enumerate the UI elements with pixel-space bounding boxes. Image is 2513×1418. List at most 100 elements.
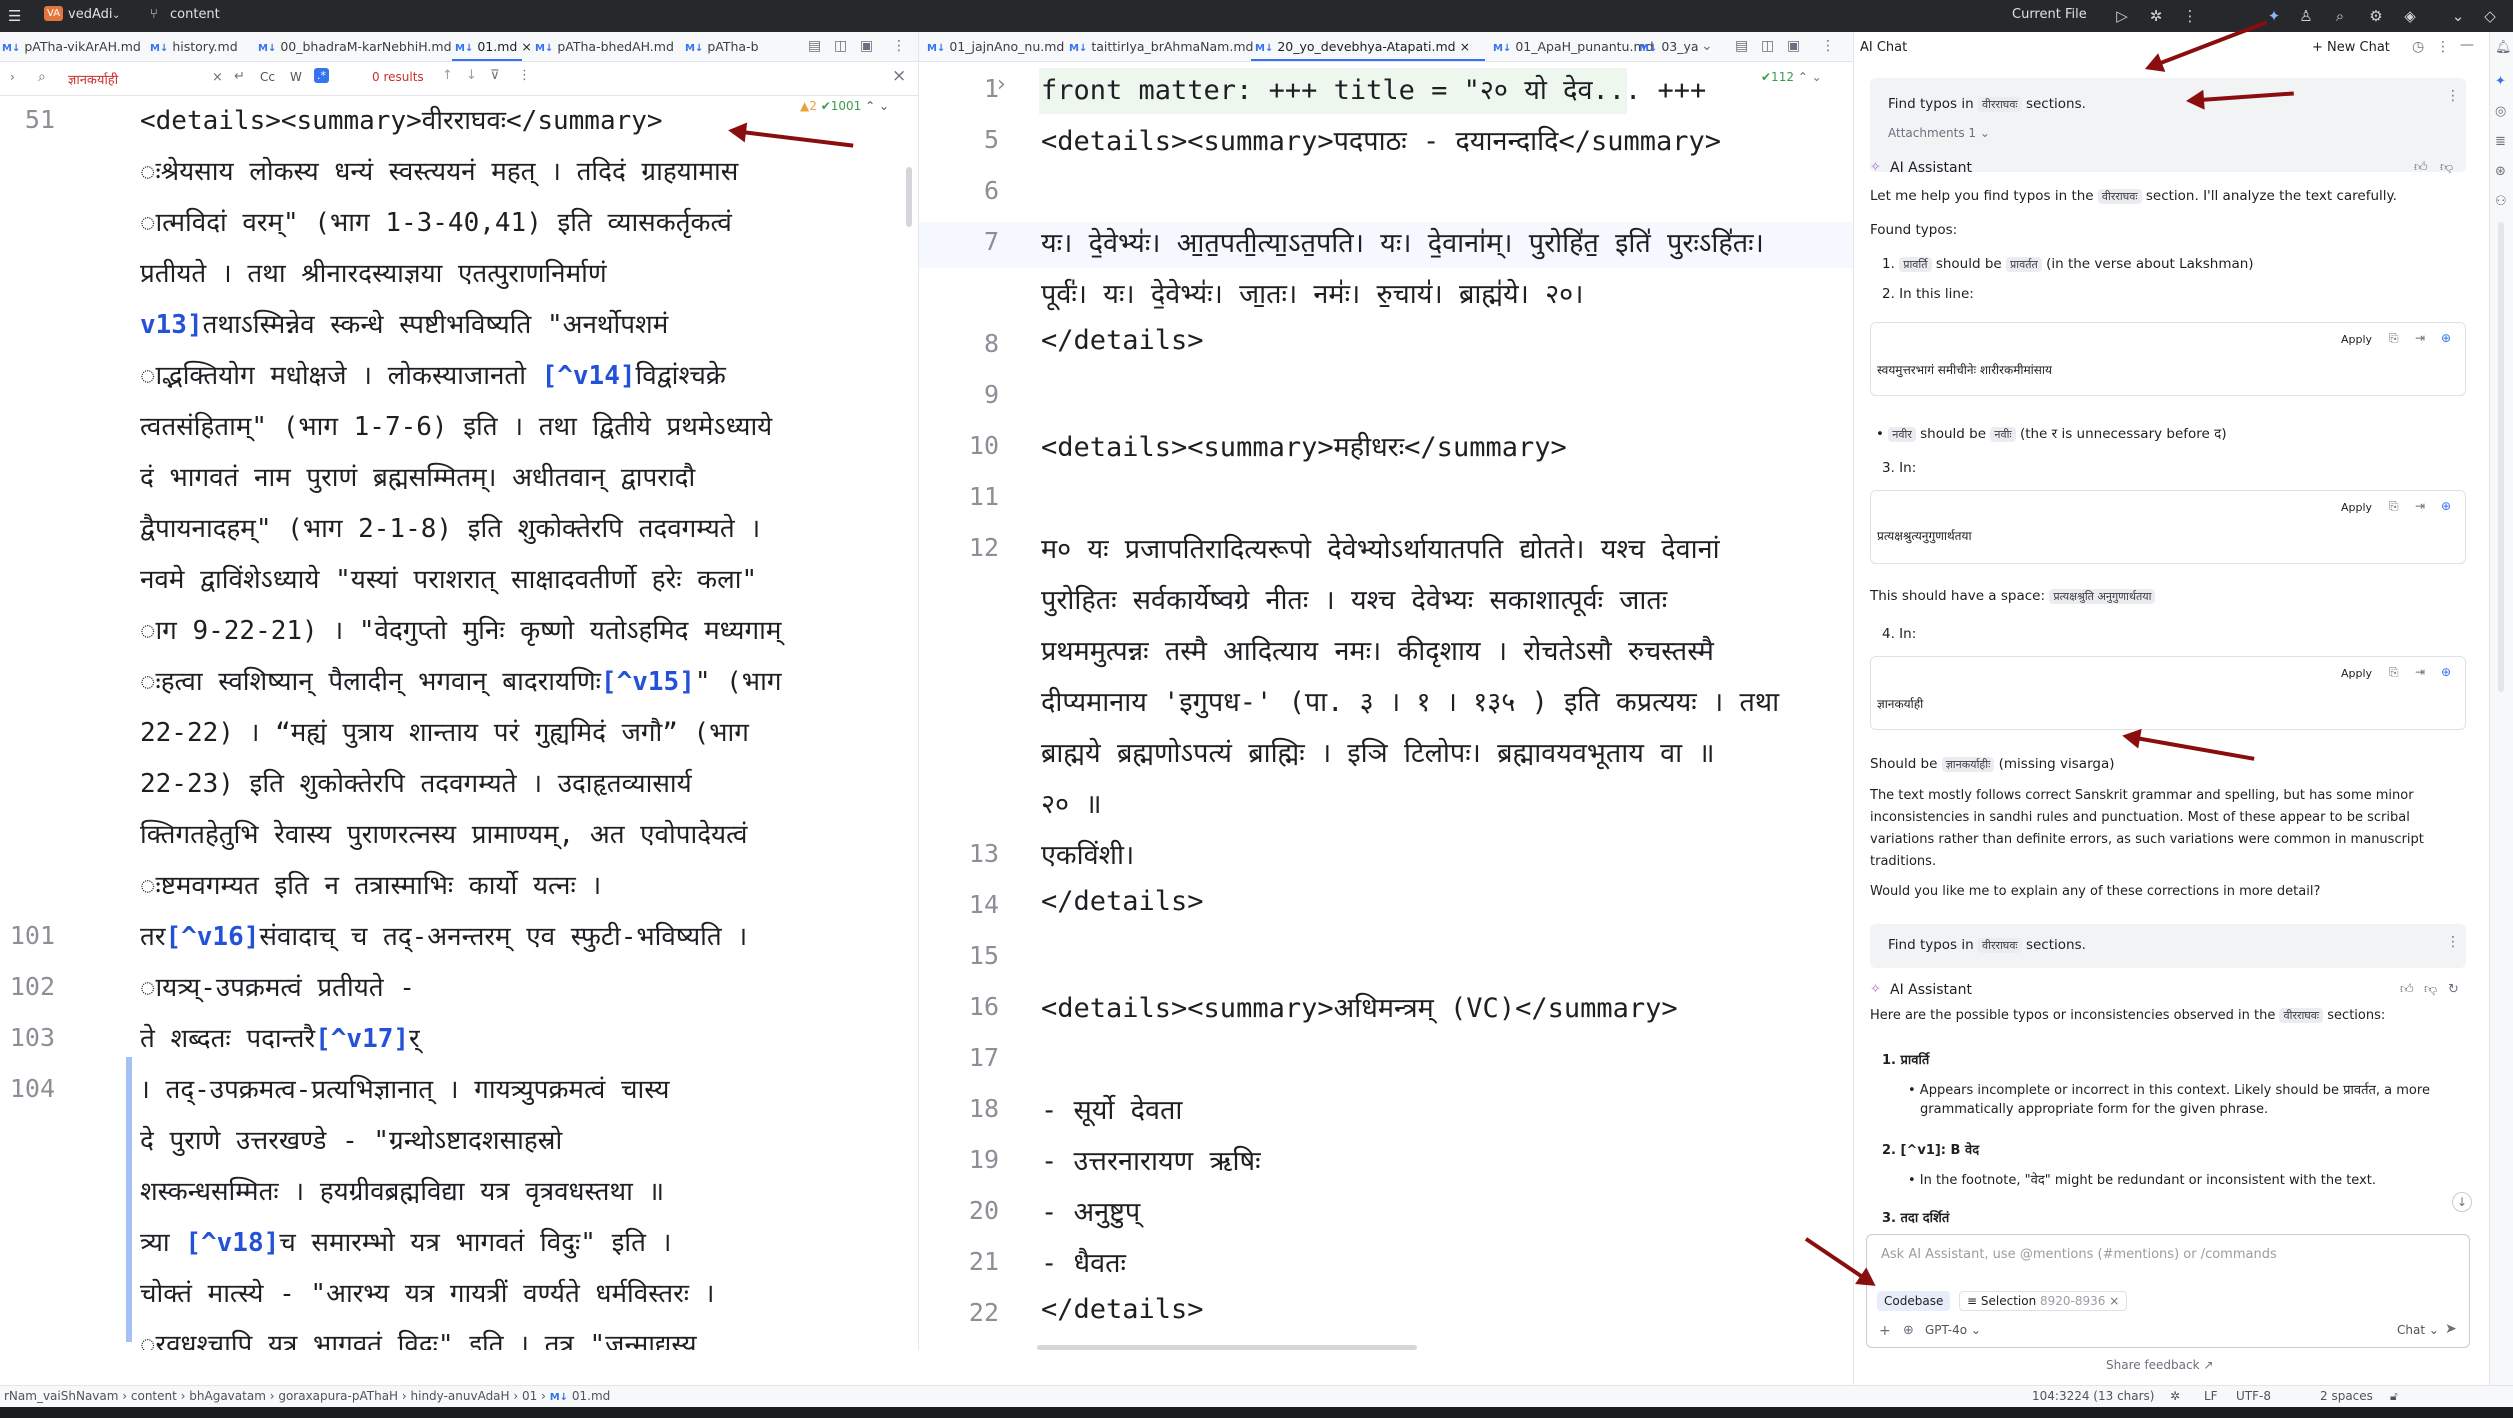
code-line[interactable]: म० यः प्रजापतिरादित्यरूपो देवेभ्योऽर्थाय… xyxy=(1041,529,1841,566)
match-case-toggle[interactable]: Cc xyxy=(260,70,275,84)
code-line[interactable]: ःष्टमवगम्यत इति न तत्रास्माभिः कार्यो यत… xyxy=(140,866,900,902)
editor-view-icon[interactable]: ▤ xyxy=(808,38,821,54)
mode-selector[interactable]: Chat ⌄ xyxy=(2397,1323,2439,1337)
breadcrumb-item[interactable]: hindy-anuvAdaH xyxy=(411,1389,510,1403)
code-line[interactable]: २० ॥ xyxy=(1041,784,1841,821)
insert-icon[interactable]: ⇥ xyxy=(2415,665,2425,679)
file-encoding[interactable]: UTF-8 xyxy=(2236,1389,2271,1403)
insert-icon[interactable]: ⇥ xyxy=(2415,331,2425,345)
regenerate-icon[interactable]: ↻ xyxy=(2448,982,2459,997)
code-line[interactable]: ाद्भक्तियोग मधोक्षजे । लोकस्याजानतो [^v1… xyxy=(140,356,900,392)
apply-button[interactable]: Apply xyxy=(2341,333,2372,346)
debug-icon[interactable]: ✲ xyxy=(2146,6,2166,26)
chat-scrollbar[interactable] xyxy=(2498,222,2504,692)
maximize-icon[interactable]: ◇ xyxy=(2480,6,2500,26)
code-line[interactable]: <details><summary>पदपाठः - दयानन्दादि</s… xyxy=(1041,121,1841,158)
middle-editor[interactable]: ✔112 ⌃ ⌄ › 1 front matter: +++ title = "२… xyxy=(918,62,1853,1350)
code-line[interactable]: पुरोहितः सर्वकार्येष्वग्रे नीतः । यश्च द… xyxy=(1041,580,1841,617)
previous-match-icon[interactable]: ↑ xyxy=(442,68,453,83)
code-line[interactable]: ात्मविदां वरम्" (भाग 1-3-40,41) इति व्या… xyxy=(140,203,900,239)
code-line[interactable]: ुरवधश्चापि यत्र भागवतं विदुः" इति । तत्र… xyxy=(140,1325,900,1350)
tab-01-md[interactable]: M↓ 01.md × xyxy=(455,39,532,54)
minimize-icon[interactable]: ⌄ xyxy=(2448,6,2468,26)
tab-bhadraM[interactable]: M↓ 00_bhadraM-karNebhiH.md xyxy=(258,39,452,54)
horizontal-scrollbar[interactable] xyxy=(1037,1345,1417,1350)
find-more-icon[interactable]: ⋮ xyxy=(518,68,531,83)
thumbs-down-icon[interactable]: 👎︎ xyxy=(2424,982,2437,997)
tab-pAtha-vikArAH[interactable]: M↓ pATha-vikArAH.md xyxy=(2,39,141,54)
ai-assistant-icon[interactable]: ✦ xyxy=(2264,6,2284,26)
code-line[interactable]: ःश्रेयसाय लोकस्य धन्यं स्वस्त्ययनं महत् … xyxy=(140,152,900,188)
history-icon[interactable]: ↵ xyxy=(234,69,245,84)
preview-icon[interactable]: ▣ xyxy=(860,38,873,54)
code-line[interactable]: प्रथममुत्पन्नः तस्मै आदित्याय नमः। कीदृश… xyxy=(1041,631,1841,668)
notifications-icon[interactable]: 🔔︎ xyxy=(2495,40,2512,55)
copy-icon[interactable]: ⎘ xyxy=(2389,499,2399,514)
bug-icon[interactable]: ✲ xyxy=(2170,1389,2180,1403)
search-input[interactable]: ज्ञानकर्याही xyxy=(68,70,118,88)
globe-icon[interactable]: ⊕ xyxy=(1903,1323,1914,1338)
breadcrumb-item[interactable]: goraxapura-pAThaH xyxy=(278,1389,398,1403)
insert-icon[interactable]: ⇥ xyxy=(2415,499,2425,513)
project-name[interactable]: vedAdi xyxy=(68,7,112,22)
breadcrumb-item[interactable]: bhAgavatam xyxy=(189,1389,266,1403)
copy-icon[interactable]: ⎘ xyxy=(2389,665,2399,680)
editor-view-icon[interactable]: ▤ xyxy=(1735,38,1748,54)
account-icon[interactable]: ♙ xyxy=(2296,6,2316,26)
code-line[interactable]: । तद्-उपक्रमत्व-प्रत्यभिज्ञानात् । गायत्… xyxy=(140,1070,900,1106)
branch-name[interactable]: content xyxy=(170,7,220,22)
code-line[interactable]: <details><summary>अधिमन्त्रम् (VC)</summ… xyxy=(1041,988,1841,1025)
code-line[interactable]: ाग 9-22-21) । "वेदगुप्तो मुनिः कृष्णो यत… xyxy=(140,611,900,647)
split-view-icon[interactable]: ◫ xyxy=(1761,38,1774,54)
regex-toggle[interactable]: .* xyxy=(314,68,329,83)
plugin-icon[interactable]: ⊛ xyxy=(2495,164,2506,179)
share-feedback-link[interactable]: Share feedback ↗ xyxy=(2106,1358,2213,1372)
send-icon[interactable]: ➤ xyxy=(2445,1321,2457,1337)
whole-word-toggle[interactable]: W xyxy=(290,70,302,84)
code-line[interactable]: यः। दे॒वेभ्यः॑। आ॒त॒पती॒त्या॒ऽत॒पति। यः।… xyxy=(1041,223,1841,260)
code-line[interactable]: प्रतीयते । तथा श्रीनारदस्याज्ञया एतत्पुर… xyxy=(140,254,900,290)
code-line[interactable]: शस्कन्धसम्मितः । हयग्रीवब्रह्मविद्या यत्… xyxy=(140,1172,900,1208)
code-line[interactable]: - अनुष्टुप् xyxy=(1041,1192,1841,1229)
code-line[interactable]: 22-23) इति शुकोक्तेरपि तदवगम्यते । उदाहृ… xyxy=(140,764,900,800)
tab-pAtha-b[interactable]: M↓ pATha-b xyxy=(685,39,759,54)
filter-icon[interactable]: ⊽ xyxy=(490,68,500,83)
code-line[interactable]: ब्राह्मये ब्रह्मणोऽपत्यं ब्राह्मिः । इञि… xyxy=(1041,733,1841,770)
code-line[interactable]: </details> xyxy=(1041,886,1841,917)
code-line[interactable]: क्तिगतहेतुभि रेवास्य पुराणरत्नस्य प्रामा… xyxy=(140,815,900,851)
code-line[interactable]: - धैवतः xyxy=(1041,1243,1841,1280)
remove-chip-icon[interactable]: × xyxy=(2109,1294,2119,1308)
left-editor[interactable]: ▲2 ✔1001 ⌃ ⌄ 51 <details><summary>वीरराघव… xyxy=(0,97,918,1350)
code-line[interactable]: 22-22) । “मह्यं पुत्राय शान्ताय परं गुह्… xyxy=(140,713,900,749)
search-icon[interactable]: ⌕ xyxy=(2330,6,2350,26)
breadcrumb-item[interactable]: content xyxy=(131,1389,177,1403)
thumbs-up-icon[interactable]: 👍︎ xyxy=(2414,160,2428,175)
run-icon[interactable]: ▷ xyxy=(2112,6,2132,26)
tabs-dropdown-icon[interactable]: ⌄ xyxy=(1701,38,1713,54)
updates-icon[interactable]: ◈ xyxy=(2400,6,2420,26)
caret-position[interactable]: 104:3224 (13 chars) xyxy=(2032,1389,2155,1403)
structure-icon[interactable]: ⚇ xyxy=(2495,194,2507,209)
new-file-icon[interactable]: ⊕ xyxy=(2441,665,2451,679)
tab-ya[interactable]: M↓ 03_ya xyxy=(1639,39,1699,54)
code-line[interactable]: ायत्र्य्-उपक्रमत्वं प्रतीयते - xyxy=(140,968,900,1004)
breadcrumb-item[interactable]: 01 xyxy=(522,1389,537,1403)
attachments-toggle[interactable]: Attachments 1 ⌄ xyxy=(1888,126,1990,140)
code-line[interactable]: द्वैपायनादहम्" (भाग 2-1-8) इति शुकोक्तेर… xyxy=(140,509,900,545)
new-file-icon[interactable]: ⊕ xyxy=(2441,331,2451,345)
code-line[interactable]: ते शब्दतः पदान्तरै[^v17]र् xyxy=(140,1019,900,1055)
settings-icon[interactable]: ⚙ xyxy=(2366,6,2386,26)
code-line[interactable]: - उत्तरनारायण ऋषिः xyxy=(1041,1141,1841,1178)
read-only-icon[interactable]: 🔓︎ xyxy=(2390,1389,2398,1404)
code-line[interactable]: तर[^v16]संवादाच् च तद्-अनन्तरम् एव स्फुट… xyxy=(140,917,900,953)
code-line[interactable]: चोक्तं मात्स्ये - "आरभ्य यत्र गायत्रीं व… xyxy=(140,1274,900,1310)
new-chat-button[interactable]: + New Chat xyxy=(2312,40,2390,55)
apply-button[interactable]: Apply xyxy=(2341,667,2372,680)
chat-more-icon[interactable]: ⋮ xyxy=(2436,39,2450,55)
code-line[interactable]: दं भागवतं नाम पुराणं ब्रह्मसम्मितम्। अधी… xyxy=(140,458,900,494)
code-line[interactable]: v13]तथाऽस्मिन्नेव स्कन्धे स्पष्टीभविष्यत… xyxy=(140,305,900,341)
chat-input-box[interactable]: Ask AI Assistant, use @mentions (#mentio… xyxy=(1866,1234,2470,1348)
more-icon[interactable]: ⋮ xyxy=(2180,6,2200,26)
copilot-icon[interactable]: ◎ xyxy=(2495,104,2506,119)
code-line[interactable]: <details><summary>महीधरः</summary> xyxy=(1041,427,1841,464)
